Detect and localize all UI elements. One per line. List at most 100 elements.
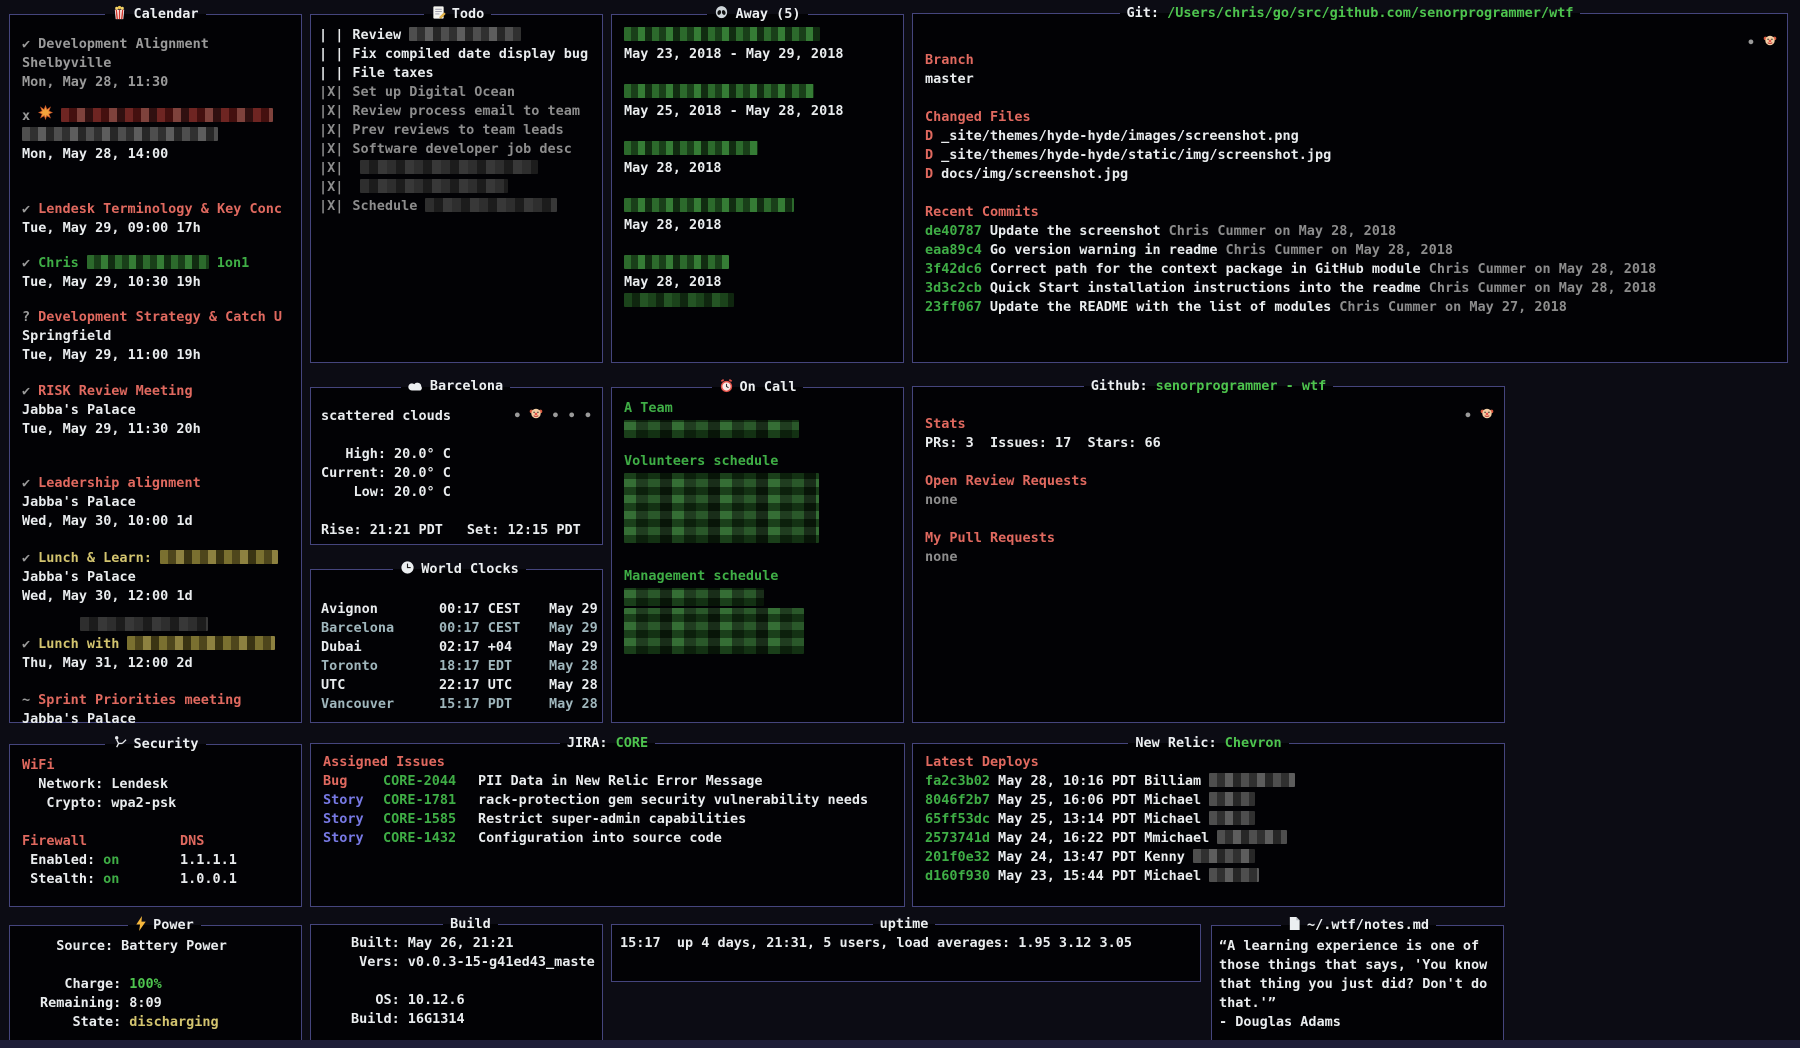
- notes-panel: ~/.wtf/notes.md “A learning experience i…: [1211, 916, 1504, 1042]
- changed-file-row: D_site/themes/hyde-hyde/static/img/scree…: [925, 146, 1775, 165]
- firewall-dns-header: FirewallDNS: [22, 832, 289, 851]
- page-icon: [1288, 916, 1301, 935]
- build-os: OS:10.12.6: [351, 991, 590, 1010]
- calendar-event: ✔Lunch & Learn: Jabba's Palace Wed, May …: [22, 549, 289, 606]
- redacted-text: [22, 127, 218, 141]
- calendar-event: x Mon, May 28, 14:00: [22, 105, 289, 164]
- redacted-text: [425, 198, 557, 212]
- oncall-team-header: A Team: [624, 399, 891, 418]
- github-panel-title: Github:senorprogrammer - wtf: [1084, 378, 1334, 394]
- clown-icon: [1763, 35, 1777, 51]
- build-panel: Build Built:May 26, 21:21 Vers:v0.0.3-15…: [310, 916, 603, 1042]
- redacted-text: [1217, 830, 1287, 844]
- memo-icon: [431, 5, 446, 24]
- power-panel-title: Power: [128, 916, 201, 935]
- deploy-row: 65ff53dcMay 25, 13:14 PDTMichael: [925, 810, 1492, 829]
- away-entry: May 28, 2018: [624, 197, 891, 235]
- window-bottom-edge: [0, 1040, 1800, 1048]
- redacted-text: [1209, 792, 1255, 806]
- oncall-volunteers-header: Volunteers schedule: [624, 452, 891, 471]
- redacted-text: [409, 27, 521, 41]
- todo-item: | |File taxes: [319, 64, 596, 83]
- github-open-reviews-header: Open Review Requests: [925, 472, 1492, 491]
- cloud-icon: [408, 380, 424, 396]
- clock-row: Avignon00:17 CESTMay 29: [321, 600, 598, 619]
- commit-row: 3f42dc6Correct path for the context pack…: [925, 260, 1775, 279]
- commit-row: 23ff067Update the README with the list o…: [925, 298, 1775, 317]
- calendar-event: ✔Leadership alignment Jabba's Palace Wed…: [22, 474, 289, 531]
- alien-icon: [714, 5, 729, 24]
- wifi-header: WiFi: [22, 756, 289, 775]
- redacted-text: [624, 84, 814, 98]
- redacted-text: [1209, 868, 1259, 882]
- deploy-row: 8046f2b7May 25, 16:06 PDTMichael: [925, 791, 1492, 810]
- redacted-text: [127, 636, 275, 650]
- redacted-text: [360, 160, 538, 174]
- oncall-panel: On Call A Team Volunteers schedule Manag…: [611, 378, 904, 723]
- firewall-enabled: Enabled:on1.1.1.1: [22, 851, 289, 870]
- todo-item: | |Review: [319, 26, 596, 45]
- git-panel-title: Git:/Users/chris/go/src/github.com/senor…: [1120, 5, 1581, 21]
- redacted-text: [87, 255, 209, 269]
- world-clocks-panel: World Clocks Avignon00:17 CESTMay 29 Bar…: [310, 560, 603, 723]
- redacted-text: [1209, 773, 1295, 787]
- build-number: Build:16G1314: [351, 1010, 590, 1029]
- alarm-clock-icon: [719, 378, 734, 397]
- calendar-panel-title: Calendar: [105, 5, 205, 24]
- clock-icon: [400, 560, 415, 579]
- uptime-panel-title: uptime: [873, 916, 936, 932]
- lightning-bolt-icon: [135, 916, 147, 935]
- redacted-text: [624, 198, 794, 212]
- git-changed-header: Changed Files: [925, 108, 1775, 127]
- github-panel: Github:senorprogrammer - wtf • Stats PRs…: [912, 378, 1505, 723]
- todo-item: |X|: [319, 178, 596, 197]
- redacted-text: [624, 420, 799, 438]
- jira-header: Assigned Issues: [323, 753, 892, 772]
- deploy-row: 2573741dMay 24, 16:22 PDTMmichael: [925, 829, 1492, 848]
- commit-row: 3d3c2cbQuick Start installation instruct…: [925, 279, 1775, 298]
- redacted-text: [360, 179, 508, 193]
- calendar-event: ✔Lunch with Thu, May 31, 12:00 2d: [22, 616, 289, 673]
- redacted-text: [624, 27, 820, 41]
- calendar-event: ~Sprint Priorities meeting Jabba's Palac…: [22, 691, 289, 729]
- weather-sun-times: Rise: 21:21 PDTSet: 12:15 PDT: [321, 521, 590, 540]
- redacted-text: [1193, 849, 1255, 863]
- calendar-event: ✔Chris1on1 Tue, May 29, 10:30 19h: [22, 254, 289, 292]
- power-source: Source:Battery Power: [40, 937, 289, 956]
- redacted-text: [624, 588, 764, 606]
- todo-item: |X|Software developer job desc: [319, 140, 596, 159]
- clock-row: Toronto18:17 EDTMay 28: [321, 657, 598, 676]
- security-panel-title: Security: [105, 735, 205, 754]
- redacted-text: [624, 608, 804, 654]
- git-pager: •: [1747, 33, 1777, 51]
- power-remaining: Remaining:8:09: [40, 994, 289, 1013]
- away-entry: May 23, 2018 - May 29, 2018: [624, 26, 891, 64]
- redacted-text: [624, 255, 729, 269]
- jira-issue-row: BugCORE-2044PII Data in New Relic Error …: [323, 772, 892, 791]
- changed-file-row: D_site/themes/hyde-hyde/images/screensho…: [925, 127, 1775, 146]
- build-panel-title: Build: [443, 916, 498, 932]
- clown-icon: [1480, 408, 1494, 424]
- build-vers: Vers:v0.0.3-15-g41ed43_maste: [351, 953, 590, 972]
- oncall-panel-title: On Call: [712, 378, 804, 397]
- calendar-panel: Calendar ✔Development Alignment Shelbyvi…: [9, 5, 302, 723]
- power-panel: Power Source:Battery Power Charge:100% R…: [9, 916, 302, 1042]
- notes-panel-title: ~/.wtf/notes.md: [1281, 916, 1436, 935]
- redacted-text: [624, 293, 734, 307]
- away-entry: May 28, 2018: [624, 254, 891, 311]
- firewall-stealth: Stealth:on1.0.0.1: [22, 870, 289, 889]
- todo-item: |X|Schedule: [319, 197, 596, 216]
- weather-low: Low:20.0° C: [321, 483, 590, 502]
- clock-row: UTC22:17 UTCMay 28: [321, 676, 598, 695]
- jira-issue-row: StoryCORE-1781rack-protection gem securi…: [323, 791, 892, 810]
- newrelic-header: Latest Deploys: [925, 753, 1492, 772]
- jira-panel: JIRA:CORE Assigned Issues BugCORE-2044PI…: [310, 735, 905, 907]
- clock-row: Vancouver15:17 PDTMay 28: [321, 695, 598, 714]
- redacted-text: [160, 550, 278, 564]
- calendar-event: ✔RISK Review Meeting Jabba's Palace Tue,…: [22, 382, 289, 439]
- github-pull-requests: none: [925, 548, 1492, 567]
- git-branch: master: [925, 70, 1775, 89]
- github-stats-header: Stats: [925, 415, 1492, 434]
- weather-high: High:20.0° C: [321, 445, 590, 464]
- calendar-event: ✔Lendesk Terminology & Key Conc Tue, May…: [22, 200, 289, 238]
